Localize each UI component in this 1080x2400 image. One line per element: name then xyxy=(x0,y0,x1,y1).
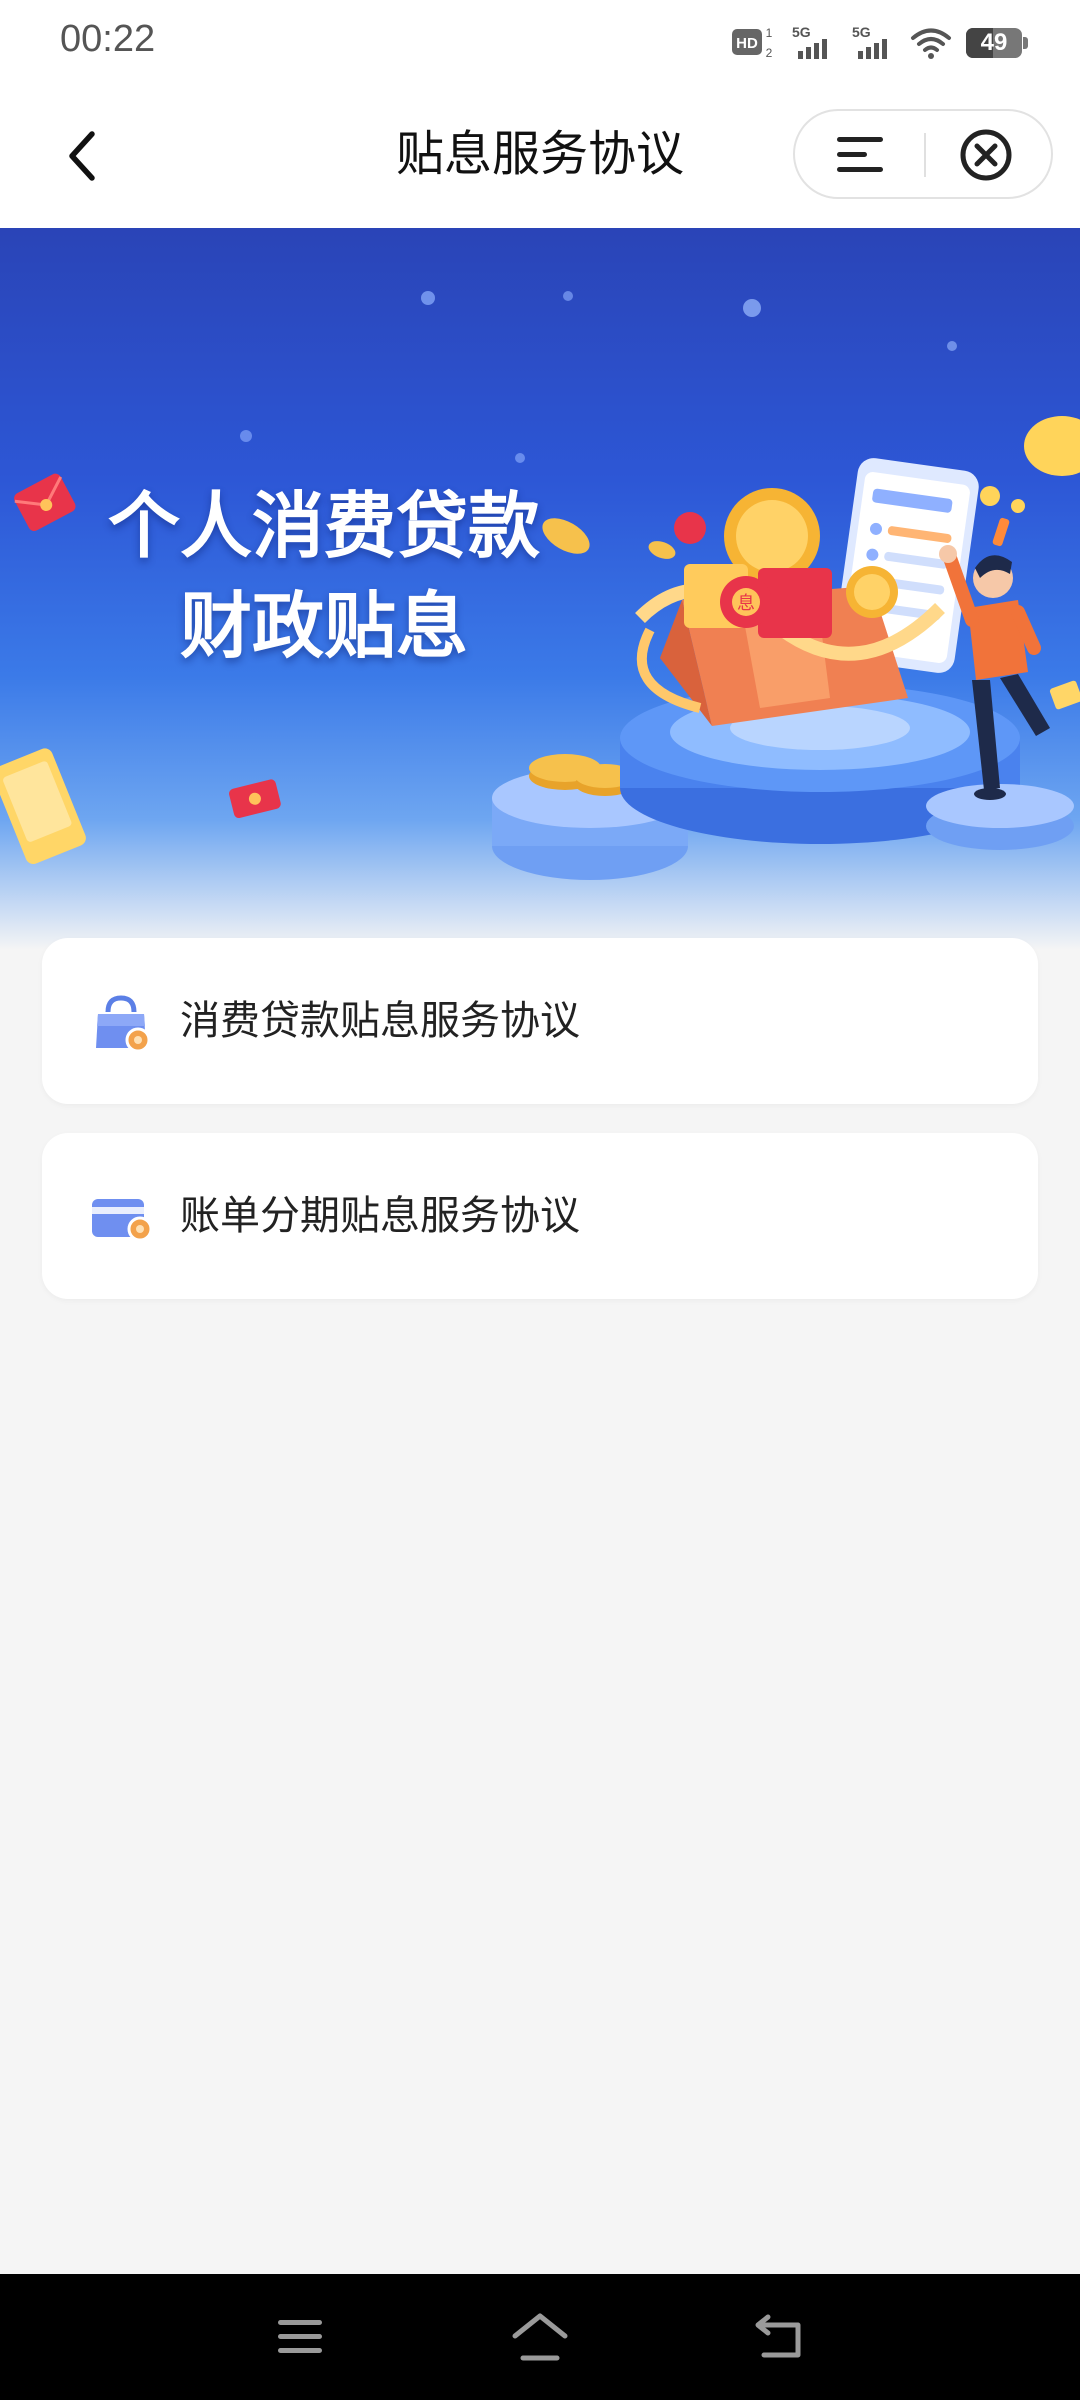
home-icon xyxy=(512,2313,568,2361)
close-circle-icon xyxy=(960,129,1012,181)
page-title: 贴息服务协议 xyxy=(395,126,684,182)
nav-recents-button[interactable] xyxy=(265,2302,335,2372)
agreement-label: 消费贷款贴息服务协议 xyxy=(180,998,580,1044)
back-button[interactable] xyxy=(44,118,120,194)
network-label-1: 5G xyxy=(792,24,811,40)
close-mini-program-button[interactable] xyxy=(941,121,1031,189)
mini-program-capsule xyxy=(793,109,1053,199)
hd-label: HD xyxy=(736,35,758,52)
wifi-icon xyxy=(911,28,951,59)
nav-back-button[interactable] xyxy=(745,2302,815,2372)
agreement-item-bill-installment[interactable]: 账单分期贴息服务协议 xyxy=(42,1133,1038,1299)
agreement-item-consumer-loan[interactable]: 消费贷款贴息服务协议 xyxy=(42,938,1038,1104)
hd-sup: 1 xyxy=(766,26,773,40)
status-time: 00:22 xyxy=(60,18,156,60)
back-arrow-icon xyxy=(755,2314,801,2358)
menu-icon xyxy=(837,137,883,172)
network-label-2: 5G xyxy=(852,24,871,40)
more-menu-button[interactable] xyxy=(815,121,905,189)
banner-title-line-2: 财政贴息 xyxy=(179,584,468,668)
capsule-divider xyxy=(924,133,926,177)
shopping-bag-icon xyxy=(96,995,151,1053)
agreement-label: 账单分期贴息服务协议 xyxy=(180,1193,580,1239)
signal-icon-1: 5G xyxy=(792,24,827,59)
system-navigation-bar xyxy=(0,2274,1080,2400)
battery-icon: 49 xyxy=(966,28,1028,58)
chevron-left-icon xyxy=(69,131,95,181)
credit-card-icon xyxy=(92,1199,152,1242)
envelope-char: 息 xyxy=(737,593,755,614)
hd-icon: HD 1 2 xyxy=(732,26,773,60)
status-bar: 00:22 HD 1 2 5G 5G 49 xyxy=(0,0,1080,84)
banner-title: 个人消费贷款 财政贴息 xyxy=(84,476,564,676)
promo-banner: 息 个人消费贷款 财政贴息 xyxy=(0,228,1080,950)
banner-title-line-1: 个人消费贷款 xyxy=(107,484,540,568)
hd-sub: 2 xyxy=(766,46,773,60)
menu-icon xyxy=(278,2320,322,2353)
nav-home-button[interactable] xyxy=(505,2302,575,2372)
status-icons: HD 1 2 5G 5G 49 xyxy=(730,20,1028,66)
signal-icon-2: 5G xyxy=(852,24,887,59)
battery-level: 49 xyxy=(980,29,1008,56)
title-bar: 贴息服务协议 xyxy=(0,84,1080,228)
